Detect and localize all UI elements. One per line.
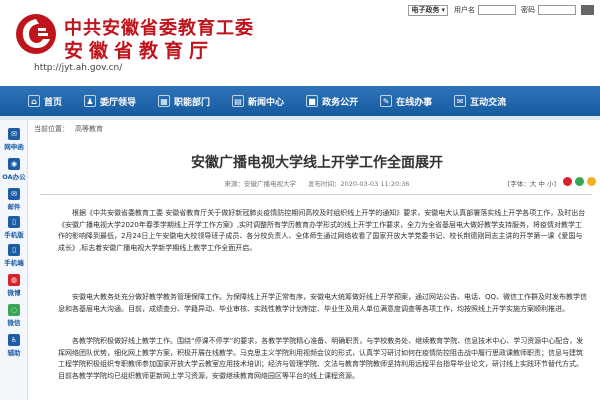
username-label: 用户名	[454, 6, 475, 14]
article-paragraph-2: 安徽电大教务处充分做好教学教务管理保障工作。为保障线上开学正常有序，安徽电大统筹…	[58, 293, 588, 313]
login-button[interactable]	[581, 5, 594, 15]
login-type-label: 电子政务	[411, 5, 440, 14]
sidebar-item-label: OA办公	[2, 173, 26, 181]
leader-icon: ♟	[84, 95, 97, 107]
sidebar-item-label: 微信	[7, 319, 21, 327]
share-qzone-icon[interactable]	[587, 177, 596, 186]
nav-item-label: 互动交流	[470, 97, 507, 108]
password-label: 密码	[521, 6, 535, 14]
breadcrumb-prefix: 当前位置：	[34, 125, 69, 133]
online-service-icon: ✎	[380, 95, 393, 107]
nav-item-label: 在线办事	[396, 97, 433, 108]
site-url: http://jyt.ah.gov.cn/	[34, 63, 123, 73]
oa-icon: ◉	[8, 158, 20, 170]
article-title: 安徽广播电视大学线上开学工作全面展开	[191, 155, 443, 171]
nav-item-2[interactable]: ♟ 委厅领导	[84, 95, 136, 108]
sidebar-item-8[interactable]: ♿ 辅助	[0, 334, 28, 357]
news-icon: ▤	[232, 95, 245, 107]
nav-item-label: 首页	[44, 97, 63, 108]
nav-item-5[interactable]: ■ 政务公开	[306, 95, 358, 108]
weibo-icon: ◍	[8, 274, 20, 286]
page: 中共安徽省委教育工委 安徽省教育厅 http://jyt.ah.gov.cn/ …	[0, 0, 600, 400]
sidebar-item-5[interactable]: ▯ 手机端	[0, 244, 28, 267]
gov-open-icon: ■	[306, 95, 319, 107]
org-name-line2: 安徽省教育厅	[64, 40, 215, 62]
font-size-switch[interactable]: [字体：大 中 小]	[508, 178, 556, 188]
article-paragraph-3: 各教学院积极做好线上教学工作。围绕“停课不停学”的要求，各教学学院精心准备、明确…	[58, 337, 584, 380]
share-weibo-icon[interactable]	[563, 177, 572, 186]
login-bar: 电子政务 ▾ 用户名 密码	[408, 3, 594, 17]
article-date: 发布时间：2020-03-03 11:20:36	[308, 180, 410, 188]
sidebar-item-label: 手机版	[4, 231, 24, 239]
sidebar-item-6[interactable]: ◍ 微博	[0, 274, 28, 297]
breadcrumb-section[interactable]: 高等教育	[75, 125, 103, 133]
sidebar-item-label: 微博	[7, 289, 21, 297]
nav-item-label: 委厅领导	[100, 97, 137, 108]
department-icon: ▦	[158, 95, 171, 107]
home-icon: ⌂	[28, 95, 40, 107]
nav-item-3[interactable]: ▦ 职能部门	[158, 95, 210, 108]
share-buttons	[563, 177, 596, 186]
nav-item-label: 新闻中心	[248, 97, 285, 108]
login-type-select[interactable]: 电子政务 ▾	[408, 4, 448, 16]
accessibility-icon: ♿	[8, 334, 20, 346]
title-divider	[40, 194, 592, 195]
nav-item-4[interactable]: ▤ 新闻中心	[232, 95, 284, 108]
mobile-app-icon: ▯	[8, 244, 20, 256]
sidebar-item-label: 手机端	[4, 259, 24, 267]
article-source: 来源：安徽广播电视大学	[224, 180, 296, 188]
interaction-icon: ✉	[454, 95, 467, 107]
sidebar-item-1[interactable]: ✉ 网申函	[0, 128, 28, 151]
article-paragraph-1: 根据《中共安徽省委教育工委 安徽省教育厅关于做好新冠肺炎疫情防控期间高校及时组织…	[58, 209, 586, 252]
main-nav: ⌂ 首页 ♟ 委厅领导 ▦ 职能部门 ▤ 新闻中心 ■ 政务公开 ✎ 在线办事 ✉ 互动交流	[0, 86, 600, 116]
share-wechat-icon[interactable]	[575, 177, 584, 186]
site-header: 中共安徽省委教育工委 安徽省教育厅 http://jyt.ah.gov.cn/ …	[0, 0, 600, 86]
sidebar: ✉ 网申函 ◉ OA办公 ✉ 邮件 ▯ 手机版 ▯ 手机端 ◍ 微博 ◌ 微信 ♿ 辅助	[0, 120, 28, 400]
sidebar-item-4[interactable]: ▯ 手机版	[0, 216, 28, 239]
mail-icon: ✉	[8, 188, 20, 200]
sidebar-item-label: 网申函	[4, 143, 24, 151]
sidebar-item-3[interactable]: ✉ 邮件	[0, 188, 28, 211]
nav-item-6[interactable]: ✎ 在线办事	[380, 95, 432, 108]
nav-item-label: 政务公开	[322, 97, 359, 108]
nav-item-7[interactable]: ✉ 互动交流	[454, 95, 506, 108]
article-meta: 来源：安徽广播电视大学 发布时间：2020-03-03 11:20:36 [字体…	[34, 177, 600, 190]
breadcrumb: 当前位置： 高等教育	[34, 124, 109, 134]
nav-item-label: 职能部门	[174, 97, 211, 108]
username-input[interactable]	[478, 5, 516, 15]
sidebar-item-7[interactable]: ◌ 微信	[0, 304, 28, 327]
emblem-logo-icon	[16, 14, 56, 54]
mobile-icon: ▯	[8, 216, 20, 228]
nav-underline	[0, 116, 600, 120]
sidebar-item-2[interactable]: ◉ OA办公	[0, 158, 28, 181]
wechat-icon: ◌	[8, 304, 20, 316]
sidebar-item-label: 邮件	[7, 203, 21, 211]
sidebar-item-label: 辅助	[7, 349, 21, 357]
password-input[interactable]	[538, 5, 576, 15]
chevron-down-icon: ▾	[441, 5, 445, 14]
nav-item-1[interactable]: ⌂ 首页	[28, 95, 62, 108]
letter-icon: ✉	[8, 128, 20, 140]
